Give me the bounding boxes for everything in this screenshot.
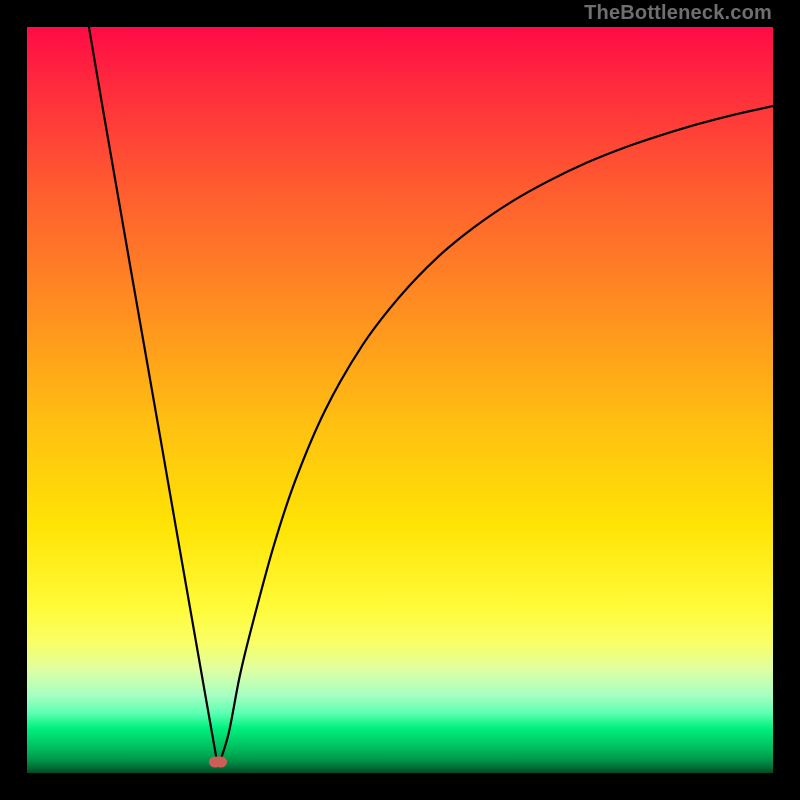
minimum-marker <box>209 756 227 767</box>
attribution-text: TheBottleneck.com <box>584 2 772 25</box>
plot-area <box>27 27 773 773</box>
bottleneck-curve <box>27 27 773 773</box>
chart-frame: TheBottleneck.com <box>0 0 800 800</box>
